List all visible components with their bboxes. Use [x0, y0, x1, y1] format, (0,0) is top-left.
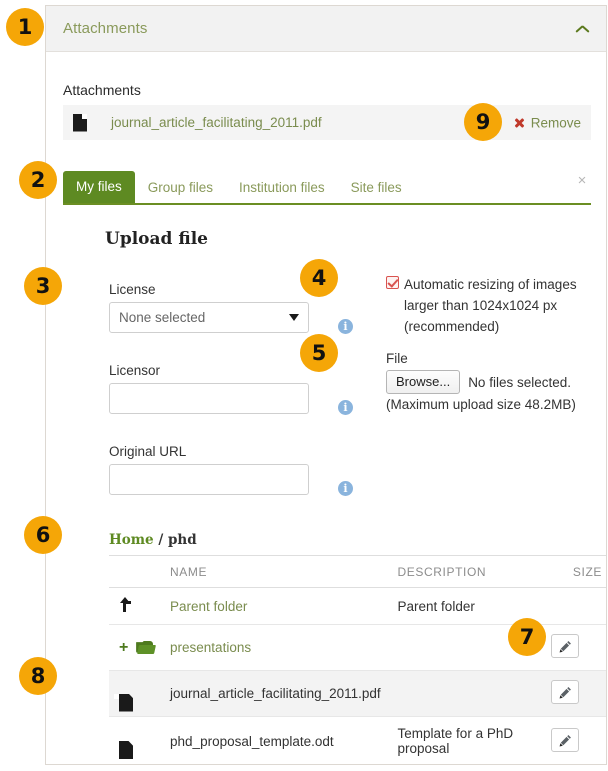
row-name-cell: presentations: [170, 624, 398, 671]
remove-attachment-button[interactable]: Remove: [514, 115, 581, 130]
chevron-up-icon[interactable]: [576, 24, 590, 33]
row-size-cell: [550, 670, 606, 717]
row-size-cell: [550, 587, 606, 625]
info-icon-license[interactable]: i: [338, 319, 353, 334]
tab-institution-files[interactable]: Institution files: [226, 173, 338, 204]
block-header[interactable]: Attachments: [46, 6, 606, 52]
attachment-name[interactable]: journal_article_facilitating_2011.pdf: [111, 115, 322, 130]
file-source-tabs: My files Group files Institution files S…: [63, 167, 591, 205]
attachment-row: journal_article_facilitating_2011.pdf Re…: [63, 105, 591, 140]
file-browser-table: NAME DESCRIPTION SIZE Parent folder Pare…: [109, 555, 606, 765]
close-icon[interactable]: ×: [575, 173, 589, 188]
up-arrow-icon: [119, 597, 132, 612]
edit-button[interactable]: [550, 634, 579, 658]
original-url-input[interactable]: [109, 464, 309, 495]
folder-link-presentations[interactable]: presentations: [170, 640, 251, 655]
attachments-section: Attachments journal_article_facilitating…: [63, 82, 591, 140]
tab-group-files[interactable]: Group files: [135, 173, 226, 204]
column-header-icon: [109, 555, 171, 588]
pencil-icon: [559, 734, 571, 747]
auto-resize-option[interactable]: Automatic resizing of images larger than…: [386, 274, 608, 337]
file-name-journal-article[interactable]: journal_article_facilitating_2011.pdf: [170, 686, 381, 701]
file-upload-group: File Browse... No files selected. (Maxim…: [386, 351, 608, 412]
breadcrumb-separator: /: [158, 532, 164, 548]
remove-x-icon: [514, 117, 525, 128]
callout-badge-6: 6: [24, 516, 62, 554]
info-icon-original-url[interactable]: i: [338, 481, 353, 496]
file-name-phd-proposal[interactable]: phd_proposal_template.odt: [170, 734, 334, 749]
file-label: File: [386, 351, 408, 366]
remove-label: Remove: [530, 115, 581, 130]
breadcrumb-current: phd: [167, 532, 197, 548]
page-title: Attachments: [63, 20, 148, 37]
checkbox-checked-icon[interactable]: [386, 276, 399, 289]
folder-icon: [136, 640, 157, 654]
table-row[interactable]: phd_proposal_template.odt Template for a…: [109, 717, 606, 766]
table-body: Parent folder Parent folder + presentati…: [109, 587, 606, 766]
licensor-input[interactable]: [109, 383, 309, 414]
row-size-cell: [550, 717, 606, 766]
row-description-cell: Template for a PhD proposal: [397, 726, 514, 756]
breadcrumb: Home / phd: [109, 532, 197, 548]
attachments-label: Attachments: [63, 82, 141, 98]
caret-down-icon: [289, 314, 299, 321]
license-select[interactable]: None selected: [109, 302, 309, 333]
callout-badge-1: 1: [6, 8, 44, 46]
callout-badge-9: 9: [464, 103, 502, 141]
max-upload-size-note: (Maximum upload size 48.2MB): [386, 397, 576, 413]
callout-badge-7: 7: [508, 618, 546, 656]
breadcrumb-home[interactable]: Home: [109, 532, 154, 548]
callout-badge-4: 4: [300, 259, 338, 297]
licensor-label: Licensor: [109, 363, 161, 378]
column-header-name[interactable]: NAME: [170, 555, 398, 588]
row-description-cell: [397, 670, 551, 717]
tab-site-files[interactable]: Site files: [338, 173, 415, 204]
parent-folder-link[interactable]: Parent folder: [170, 599, 247, 614]
row-name-cell: phd_proposal_template.odt: [170, 717, 398, 766]
row-size-cell: [550, 624, 606, 671]
table-header-row: NAME DESCRIPTION SIZE: [109, 555, 606, 588]
row-name-cell: Parent folder: [170, 587, 398, 625]
original-url-field-group: Original URL: [109, 444, 309, 495]
browse-button[interactable]: Browse...: [386, 370, 461, 395]
tab-my-files[interactable]: My files: [63, 170, 135, 203]
row-name-cell: journal_article_facilitating_2011.pdf: [170, 670, 398, 717]
license-selected-value: None selected: [119, 310, 206, 325]
edit-button[interactable]: [550, 680, 579, 704]
pencil-icon: [559, 687, 571, 699]
licensor-field-group: Licensor: [109, 363, 309, 414]
license-label: License: [109, 282, 156, 297]
edit-button[interactable]: [550, 727, 579, 752]
callout-badge-3: 3: [24, 267, 62, 305]
original-url-label: Original URL: [109, 444, 187, 459]
table-header: NAME DESCRIPTION SIZE: [109, 555, 606, 588]
column-header-description[interactable]: DESCRIPTION: [397, 555, 551, 588]
table-row[interactable]: journal_article_facilitating_2011.pdf: [109, 670, 606, 717]
callout-badge-5: 5: [300, 334, 338, 372]
row-icon-cell: +: [109, 624, 171, 671]
browse-line: Browse... No files selected.: [386, 370, 608, 395]
plus-icon[interactable]: +: [119, 639, 128, 656]
row-icon-cell: [109, 717, 170, 766]
auto-resize-label: Automatic resizing of images larger than…: [404, 277, 577, 334]
file-icon: [73, 113, 87, 132]
callout-badge-2: 2: [19, 161, 57, 199]
license-field-group: License None selected: [109, 282, 309, 333]
file-status-text: No files selected.: [468, 374, 571, 390]
info-icon-licensor[interactable]: i: [338, 400, 353, 415]
column-header-size[interactable]: SIZE: [550, 555, 606, 588]
callout-badge-8: 8: [19, 657, 57, 695]
upload-file-heading: Upload file: [105, 229, 208, 249]
row-icon-cell: [109, 670, 171, 717]
pencil-icon: [559, 641, 571, 653]
row-icon-cell: [109, 587, 171, 625]
